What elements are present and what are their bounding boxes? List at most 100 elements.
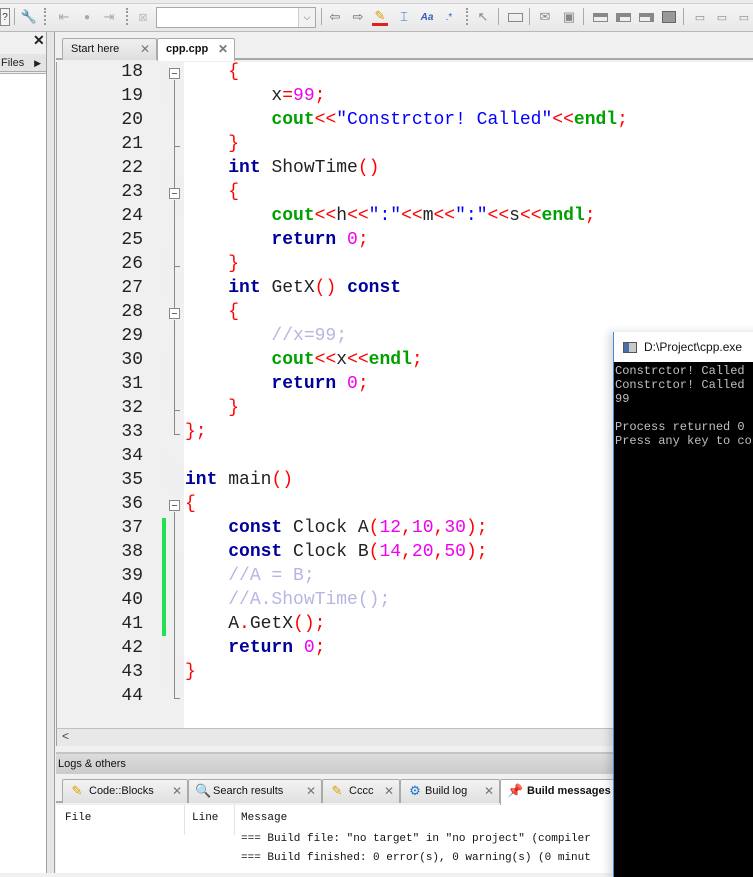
files-tree[interactable] — [0, 73, 46, 873]
jump-back-icon[interactable]: ⇦ — [327, 8, 343, 26]
horizontal-scrollbar[interactable]: < — [56, 728, 616, 746]
line-number[interactable]: 21 — [57, 134, 143, 154]
chevron-down-icon[interactable]: ⌵ — [298, 8, 315, 27]
code-line-27: int GetX() const — [228, 278, 402, 298]
toolbar-separator — [529, 8, 530, 25]
regex-icon[interactable]: .* — [442, 8, 456, 26]
tab-files[interactable]: Files ▶ — [0, 54, 46, 72]
line-number[interactable]: 26 — [57, 254, 143, 274]
tab-start-here[interactable]: Start here ✕ — [62, 38, 157, 60]
toolbar-grip[interactable] — [126, 8, 129, 25]
console-app-icon — [623, 342, 637, 353]
line-number[interactable]: 31 — [57, 374, 143, 394]
line-number[interactable]: 42 — [57, 638, 143, 658]
line-number[interactable]: 23 — [57, 182, 143, 202]
line-number[interactable]: 43 — [57, 662, 143, 682]
frame-fill-icon[interactable] — [662, 11, 676, 23]
fold-toggle-icon[interactable] — [169, 188, 180, 199]
select-text-icon[interactable]: ⌶ — [396, 8, 412, 26]
toolbar-separator — [683, 8, 684, 25]
tab-cccc[interactable]: ✎ Cccc ✕ — [322, 779, 400, 803]
frame-right-icon[interactable] — [638, 12, 654, 22]
console-title-bar[interactable]: D:\Project\cpp.exe — [614, 332, 753, 362]
build-message-row[interactable]: === Build file: "no target" in "no proje… — [241, 833, 591, 845]
line-number[interactable]: 20 — [57, 110, 143, 130]
pointer-icon[interactable]: ↖ — [476, 8, 490, 26]
jump-forward-icon[interactable]: ⇨ — [350, 8, 366, 26]
rect-icon[interactable] — [507, 12, 523, 22]
fold-toggle-icon[interactable] — [169, 500, 180, 511]
line-number[interactable]: 41 — [57, 614, 143, 634]
tab-build-messages[interactable]: 📌 Build messages — [500, 779, 620, 805]
console-window[interactable]: D:\Project\cpp.exe Constrctor! Called Co… — [613, 332, 753, 877]
match-case-icon[interactable]: Aa — [418, 8, 436, 26]
line-number[interactable]: 22 — [57, 158, 143, 178]
line-number[interactable]: 40 — [57, 590, 143, 610]
close-icon[interactable]: ✕ — [172, 780, 182, 802]
line-number[interactable]: 18 — [57, 62, 143, 82]
note-pencil-icon: ✎ — [71, 783, 83, 798]
close-icon[interactable]: ✕ — [384, 780, 394, 802]
build-message-row[interactable]: === Build finished: 0 error(s), 0 warnin… — [241, 852, 591, 864]
line-number[interactable]: 35 — [57, 470, 143, 490]
scroll-right-icon[interactable]: ▶ — [34, 54, 41, 72]
pin-icon: 📌 — [507, 783, 524, 798]
column-header-file[interactable]: File — [65, 812, 91, 824]
code-line-39: //A = B; — [228, 566, 315, 586]
line-number[interactable]: 19 — [57, 86, 143, 106]
scroll-left-icon[interactable]: < — [62, 729, 69, 743]
gear-icon: ⚙ — [409, 783, 421, 798]
column-divider[interactable] — [184, 805, 185, 835]
line-number[interactable]: 28 — [57, 302, 143, 322]
envelope-icon[interactable]: ✉ — [537, 8, 553, 26]
line-number[interactable]: 36 — [57, 494, 143, 514]
close-icon[interactable]: ✕ — [140, 39, 150, 59]
toolbar-grip[interactable] — [44, 8, 47, 25]
fold-toggle-icon[interactable] — [169, 68, 180, 79]
bookmark-next-icon[interactable]: ⇥ — [100, 8, 118, 26]
line-number[interactable]: 27 — [57, 278, 143, 298]
frame-top-icon[interactable] — [592, 12, 608, 22]
frame-left-icon[interactable] — [615, 12, 631, 22]
line-number[interactable]: 25 — [57, 230, 143, 250]
clear-icon[interactable]: ⊠ — [135, 8, 151, 26]
column-header-message[interactable]: Message — [241, 812, 287, 824]
changed-lines-marker — [162, 518, 166, 636]
tab-cpp-cpp[interactable]: cpp.cpp ✕ — [157, 38, 235, 61]
tab-search-results[interactable]: 🔍 Search results ✕ — [188, 779, 322, 803]
main-toolbar: ? 🔧 ⇤ ● ⇥ ⊠ ⌵ ⇦ ⇨ ✎ ⌶ Aa .* ↖ ✉ ▣ ▭ ▭ ▭ — [0, 0, 753, 32]
arrow-right-box-icon[interactable]: ▭ — [691, 8, 709, 26]
line-number[interactable]: 39 — [57, 566, 143, 586]
close-icon[interactable]: ✕ — [218, 39, 228, 59]
block-icon[interactable]: ▣ — [561, 8, 577, 26]
help-icon[interactable]: ? — [0, 8, 10, 26]
tab-build-log[interactable]: ⚙ Build log ✕ — [400, 779, 500, 803]
line-number[interactable]: 30 — [57, 350, 143, 370]
arrow-both-box-icon[interactable]: ▭ — [735, 8, 753, 26]
panel-splitter[interactable] — [47, 32, 55, 873]
line-number[interactable]: 34 — [57, 446, 143, 466]
line-number[interactable]: 24 — [57, 206, 143, 226]
line-number[interactable]: 44 — [57, 686, 143, 706]
line-number[interactable]: 38 — [57, 542, 143, 562]
jump-combo-box[interactable]: ⌵ — [156, 7, 316, 28]
close-icon[interactable]: ✕ — [484, 780, 494, 802]
arrow-left-box-icon[interactable]: ▭ — [713, 8, 731, 26]
close-icon[interactable]: ✕ — [33, 32, 45, 49]
settings-wrench-icon[interactable]: 🔧 — [20, 8, 38, 26]
tab-files-label: Files — [1, 57, 25, 69]
bookmark-toggle-icon[interactable]: ● — [80, 8, 94, 26]
build-messages-list[interactable]: File Line Message === Build file: "no ta… — [56, 805, 616, 873]
fold-toggle-icon[interactable] — [169, 308, 180, 319]
close-icon[interactable]: ✕ — [306, 780, 316, 802]
line-number[interactable]: 33 — [57, 422, 143, 442]
column-header-line[interactable]: Line — [192, 812, 218, 824]
line-number[interactable]: 29 — [57, 326, 143, 346]
bookmark-prev-icon[interactable]: ⇤ — [55, 8, 73, 26]
column-divider[interactable] — [234, 805, 235, 835]
tab-code-blocks[interactable]: ✎ Code::Blocks ✕ — [62, 779, 188, 803]
toolbar-grip[interactable] — [466, 8, 469, 25]
line-number[interactable]: 32 — [57, 398, 143, 418]
line-number[interactable]: 37 — [57, 518, 143, 538]
highlight-icon[interactable]: ✎ — [372, 8, 388, 26]
